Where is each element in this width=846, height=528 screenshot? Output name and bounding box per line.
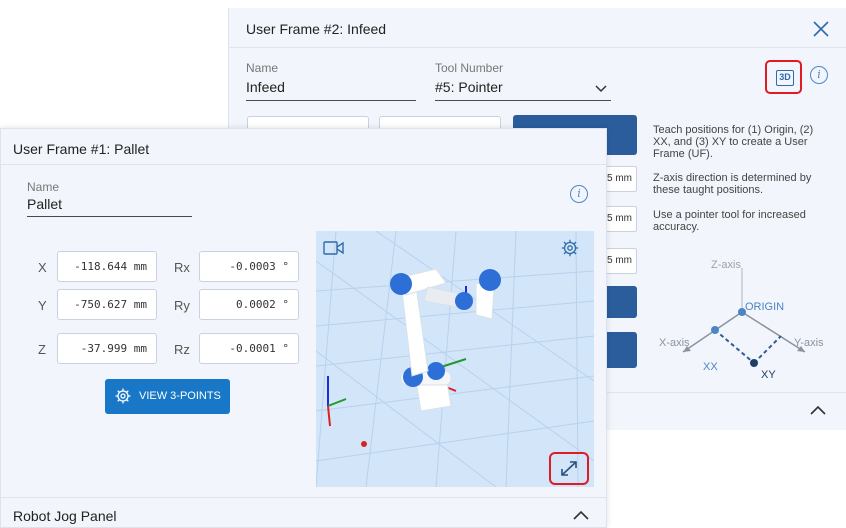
x-axis-label: X-axis [659, 337, 690, 349]
help-text-2: Z-axis direction is determined by these … [653, 172, 812, 196]
z-value-field[interactable]: -37.999 mm [57, 333, 157, 364]
xx-label: XX [703, 361, 718, 373]
rx-value-field[interactable]: -0.0003 ° [199, 251, 299, 282]
x-value-field[interactable]: -118.644 mm [57, 251, 157, 282]
xx-point [711, 326, 719, 334]
frame2-tool-label: Tool Number [435, 61, 504, 75]
frame1-name-input[interactable]: Pallet [27, 196, 62, 212]
settings-gear-icon[interactable] [561, 239, 579, 257]
frame2-unit-field-1[interactable]: 5 mm [605, 166, 637, 192]
user-frame-1-header: User Frame #1: Pallet [1, 129, 606, 165]
3d-viewport[interactable] [316, 231, 594, 487]
origin-label: ORIGIN [745, 301, 784, 313]
frame2-name-underline [246, 100, 416, 101]
chevron-up-icon[interactable] [809, 404, 827, 416]
chevron-down-icon[interactable] [595, 85, 607, 93]
rz-label: Rz [174, 342, 190, 357]
frame2-name-input[interactable]: Infeed [246, 79, 285, 95]
y-axis-label: Y-axis [794, 337, 824, 349]
rx-label: Rx [174, 260, 190, 275]
info-icon[interactable]: i [570, 185, 588, 203]
frame2-unit-field-3[interactable]: 5 mm [605, 248, 637, 274]
user-frame-1-title: User Frame #1: Pallet [13, 141, 150, 157]
frame1-name-label: Name [27, 180, 60, 194]
expand-viewport-button[interactable] [549, 452, 589, 485]
close-icon[interactable] [811, 19, 831, 39]
camera-icon[interactable] [323, 240, 345, 256]
3d-view-icon: 3D [776, 70, 794, 86]
user-frame-diagram: Z-axis ORIGIN X-axis Y-axis XX XY [659, 259, 824, 380]
view-3-points-label: VIEW 3-POINTS [139, 390, 221, 402]
help-text-3: Use a pointer tool for increased accurac… [653, 209, 806, 233]
frame2-unit-field-2[interactable]: 5 mm [605, 206, 637, 232]
settings-gear-icon [115, 388, 131, 404]
help-text-1: Teach positions for (1) Origin, (2) XX, … [653, 124, 814, 160]
rz-value-field[interactable]: -0.0001 ° [199, 333, 299, 364]
chevron-up-icon[interactable] [572, 509, 590, 521]
info-icon[interactable]: i [810, 66, 828, 84]
3d-view-button[interactable]: 3D [765, 60, 802, 94]
frame2-name-label: Name [246, 61, 279, 75]
robot-jog-panel-title: Robot Jog Panel [13, 508, 117, 524]
y-value-field[interactable]: -750.627 mm [57, 289, 157, 320]
z-label: Z [38, 342, 46, 357]
xy-point [750, 359, 758, 367]
user-frame-1-panel: User Frame #1: Pallet Name Pallet i X -1… [0, 128, 607, 528]
expand-icon [561, 461, 577, 476]
robot-3d-scene [316, 231, 594, 487]
z-axis-label: Z-axis [711, 259, 741, 271]
frame2-tool-underline [435, 100, 611, 101]
user-frame-2-header: User Frame #2: Infeed [229, 8, 846, 48]
floor-grid [316, 231, 594, 487]
y-label: Y [38, 298, 47, 313]
ry-label: Ry [174, 298, 190, 313]
robot-jog-panel-bar[interactable]: Robot Jog Panel [1, 497, 606, 528]
x-label: X [38, 260, 47, 275]
xy-label: XY [761, 369, 776, 380]
frame1-name-underline [27, 216, 192, 217]
user-frame-2-title: User Frame #2: Infeed [246, 21, 387, 37]
view-3-points-button[interactable]: VIEW 3-POINTS [105, 379, 230, 414]
ry-value-field[interactable]: 0.0002 ° [199, 289, 299, 320]
frame2-tool-select[interactable]: #5: Pointer [435, 79, 503, 95]
